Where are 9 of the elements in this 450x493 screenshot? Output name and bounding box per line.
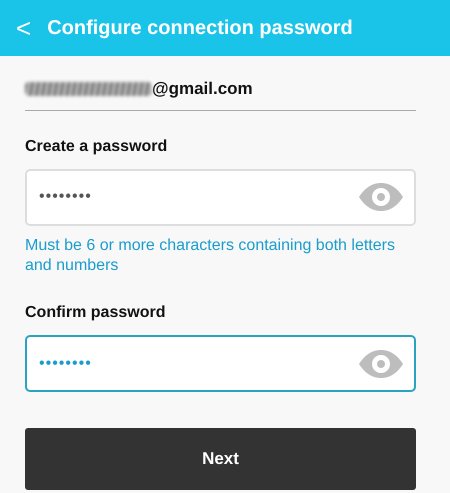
eye-icon[interactable] <box>358 348 404 379</box>
next-button[interactable]: Next <box>25 428 416 490</box>
field-label: Create a password <box>25 136 168 156</box>
eye-icon[interactable] <box>358 182 404 212</box>
email-text: @gmail.com <box>152 78 253 100</box>
hint-text: Must be 6 or more characters containing both letters and numbers <box>25 236 396 276</box>
field-label: Confirm password <box>25 303 166 324</box>
screen-title: Configure connection password <box>47 16 353 41</box>
password-field[interactable]: •••••••• <box>25 168 416 226</box>
